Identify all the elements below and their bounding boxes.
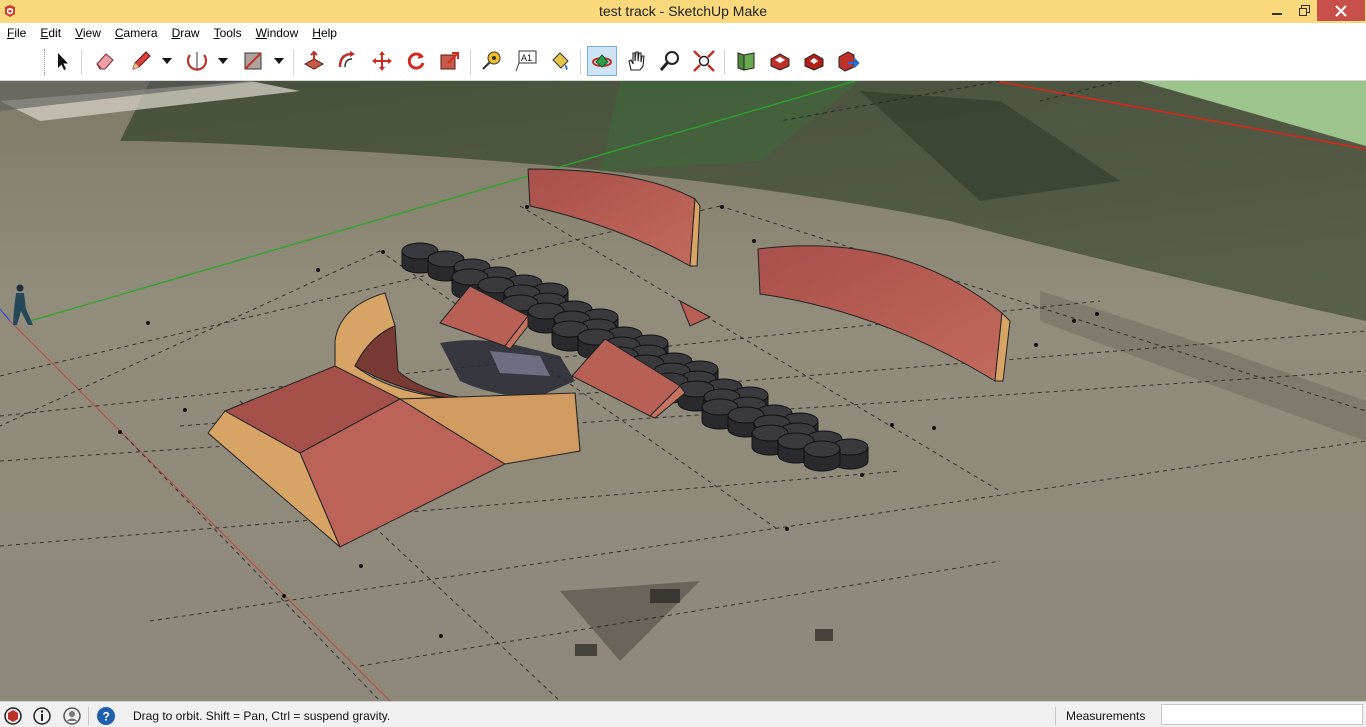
- tape-measure-tool-button[interactable]: [477, 46, 507, 76]
- menu-camera[interactable]: Camera: [108, 23, 165, 43]
- share-model-button[interactable]: [833, 46, 863, 76]
- tire: [803, 440, 841, 472]
- menu-draw[interactable]: Draw: [165, 23, 207, 43]
- chevron-down-icon: [162, 58, 172, 64]
- minimize-icon: [1272, 12, 1282, 15]
- select-icon: [58, 53, 68, 70]
- svg-text:?: ?: [103, 710, 110, 724]
- zoom-tool-button[interactable]: [655, 46, 685, 76]
- 3d-warehouse-button[interactable]: [765, 46, 795, 76]
- rectangle-icon: [244, 52, 262, 70]
- close-icon: [1335, 4, 1347, 17]
- scene: [0, 81, 1366, 701]
- menu-window[interactable]: Window: [249, 23, 306, 43]
- menu-tools[interactable]: Tools: [207, 23, 249, 43]
- restore-icon: [1298, 5, 1310, 16]
- status-divider: [88, 707, 89, 725]
- menu-help[interactable]: Help: [305, 23, 344, 43]
- select-tool-button[interactable]: [47, 46, 77, 76]
- svg-text:A1: A1: [521, 53, 532, 63]
- menu-edit[interactable]: Edit: [33, 23, 68, 43]
- zoom-extents-icon: [693, 50, 715, 72]
- measurements-input[interactable]: [1161, 704, 1363, 725]
- status-bar: ? Drag to orbit. Shift = Pan, Ctrl = sus…: [0, 701, 1366, 727]
- paint-bucket-icon: [552, 52, 569, 70]
- push-pull-tool-button[interactable]: [299, 46, 329, 76]
- menu-bar: File Edit View Camera Draw Tools Window …: [0, 23, 1366, 43]
- share-model-icon: [838, 51, 860, 72]
- add-location-icon: [737, 52, 755, 71]
- extension-warehouse-icon: [804, 53, 824, 71]
- move-icon: [372, 51, 392, 71]
- arc-icon: [186, 52, 208, 71]
- pan-icon: [628, 51, 645, 71]
- scale-icon: [440, 52, 459, 70]
- orbit-icon: [592, 54, 612, 68]
- shapes-tool-dropdown[interactable]: [272, 46, 286, 76]
- close-button[interactable]: [1317, 0, 1365, 21]
- window-title: test track - SketchUp Make: [598, 3, 768, 19]
- line-tool-dropdown[interactable]: [160, 46, 174, 76]
- status-message: Drag to orbit. Shift = Pan, Ctrl = suspe…: [133, 709, 391, 723]
- line-tool-button[interactable]: [126, 46, 156, 76]
- text-icon: A1: [515, 50, 537, 72]
- menu-file[interactable]: File: [0, 23, 33, 43]
- model-viewport[interactable]: [0, 81, 1366, 701]
- chevron-down-icon: [274, 58, 284, 64]
- user-account-icon[interactable]: [62, 706, 82, 726]
- 3d-warehouse-icon: [770, 53, 790, 71]
- push-pull-icon: [303, 50, 325, 70]
- follow-me-tool-button[interactable]: [333, 46, 363, 76]
- arc-tool-button[interactable]: [182, 46, 212, 76]
- pan-tool-button[interactable]: [621, 46, 651, 76]
- add-location-button[interactable]: [731, 46, 761, 76]
- offset-icon: [338, 51, 355, 68]
- restore-button[interactable]: [1291, 0, 1317, 21]
- paint-bucket-tool-button[interactable]: [545, 46, 575, 76]
- title-bar: test track - SketchUp Make: [0, 0, 1366, 23]
- chevron-down-icon: [218, 58, 228, 64]
- orbit-tool-button[interactable]: [587, 46, 617, 76]
- rotate-tool-button[interactable]: [401, 46, 431, 76]
- rectangle-tool-button[interactable]: [238, 46, 268, 76]
- help-icon[interactable]: ?: [96, 706, 116, 726]
- extension-warehouse-button[interactable]: [799, 46, 829, 76]
- scale-tool-button[interactable]: [435, 46, 465, 76]
- credits-icon[interactable]: [32, 706, 52, 726]
- toolbar: A1: [0, 43, 1366, 81]
- move-tool-button[interactable]: [367, 46, 397, 76]
- tape-measure-icon: [482, 51, 501, 70]
- menu-view[interactable]: View: [68, 23, 108, 43]
- zoom-icon: [659, 51, 679, 71]
- minimize-button[interactable]: [1262, 0, 1292, 21]
- zoom-extents-tool-button[interactable]: [689, 46, 719, 76]
- eraser-tool-button[interactable]: [90, 46, 120, 76]
- geo-location-icon[interactable]: [3, 706, 23, 726]
- arc-tool-dropdown[interactable]: [216, 46, 230, 76]
- rotate-icon: [407, 52, 425, 70]
- eraser-icon: [96, 53, 114, 70]
- text-tool-button[interactable]: A1: [511, 46, 541, 76]
- measurements-label: Measurements: [1066, 709, 1146, 723]
- pencil-line-icon: [132, 51, 151, 70]
